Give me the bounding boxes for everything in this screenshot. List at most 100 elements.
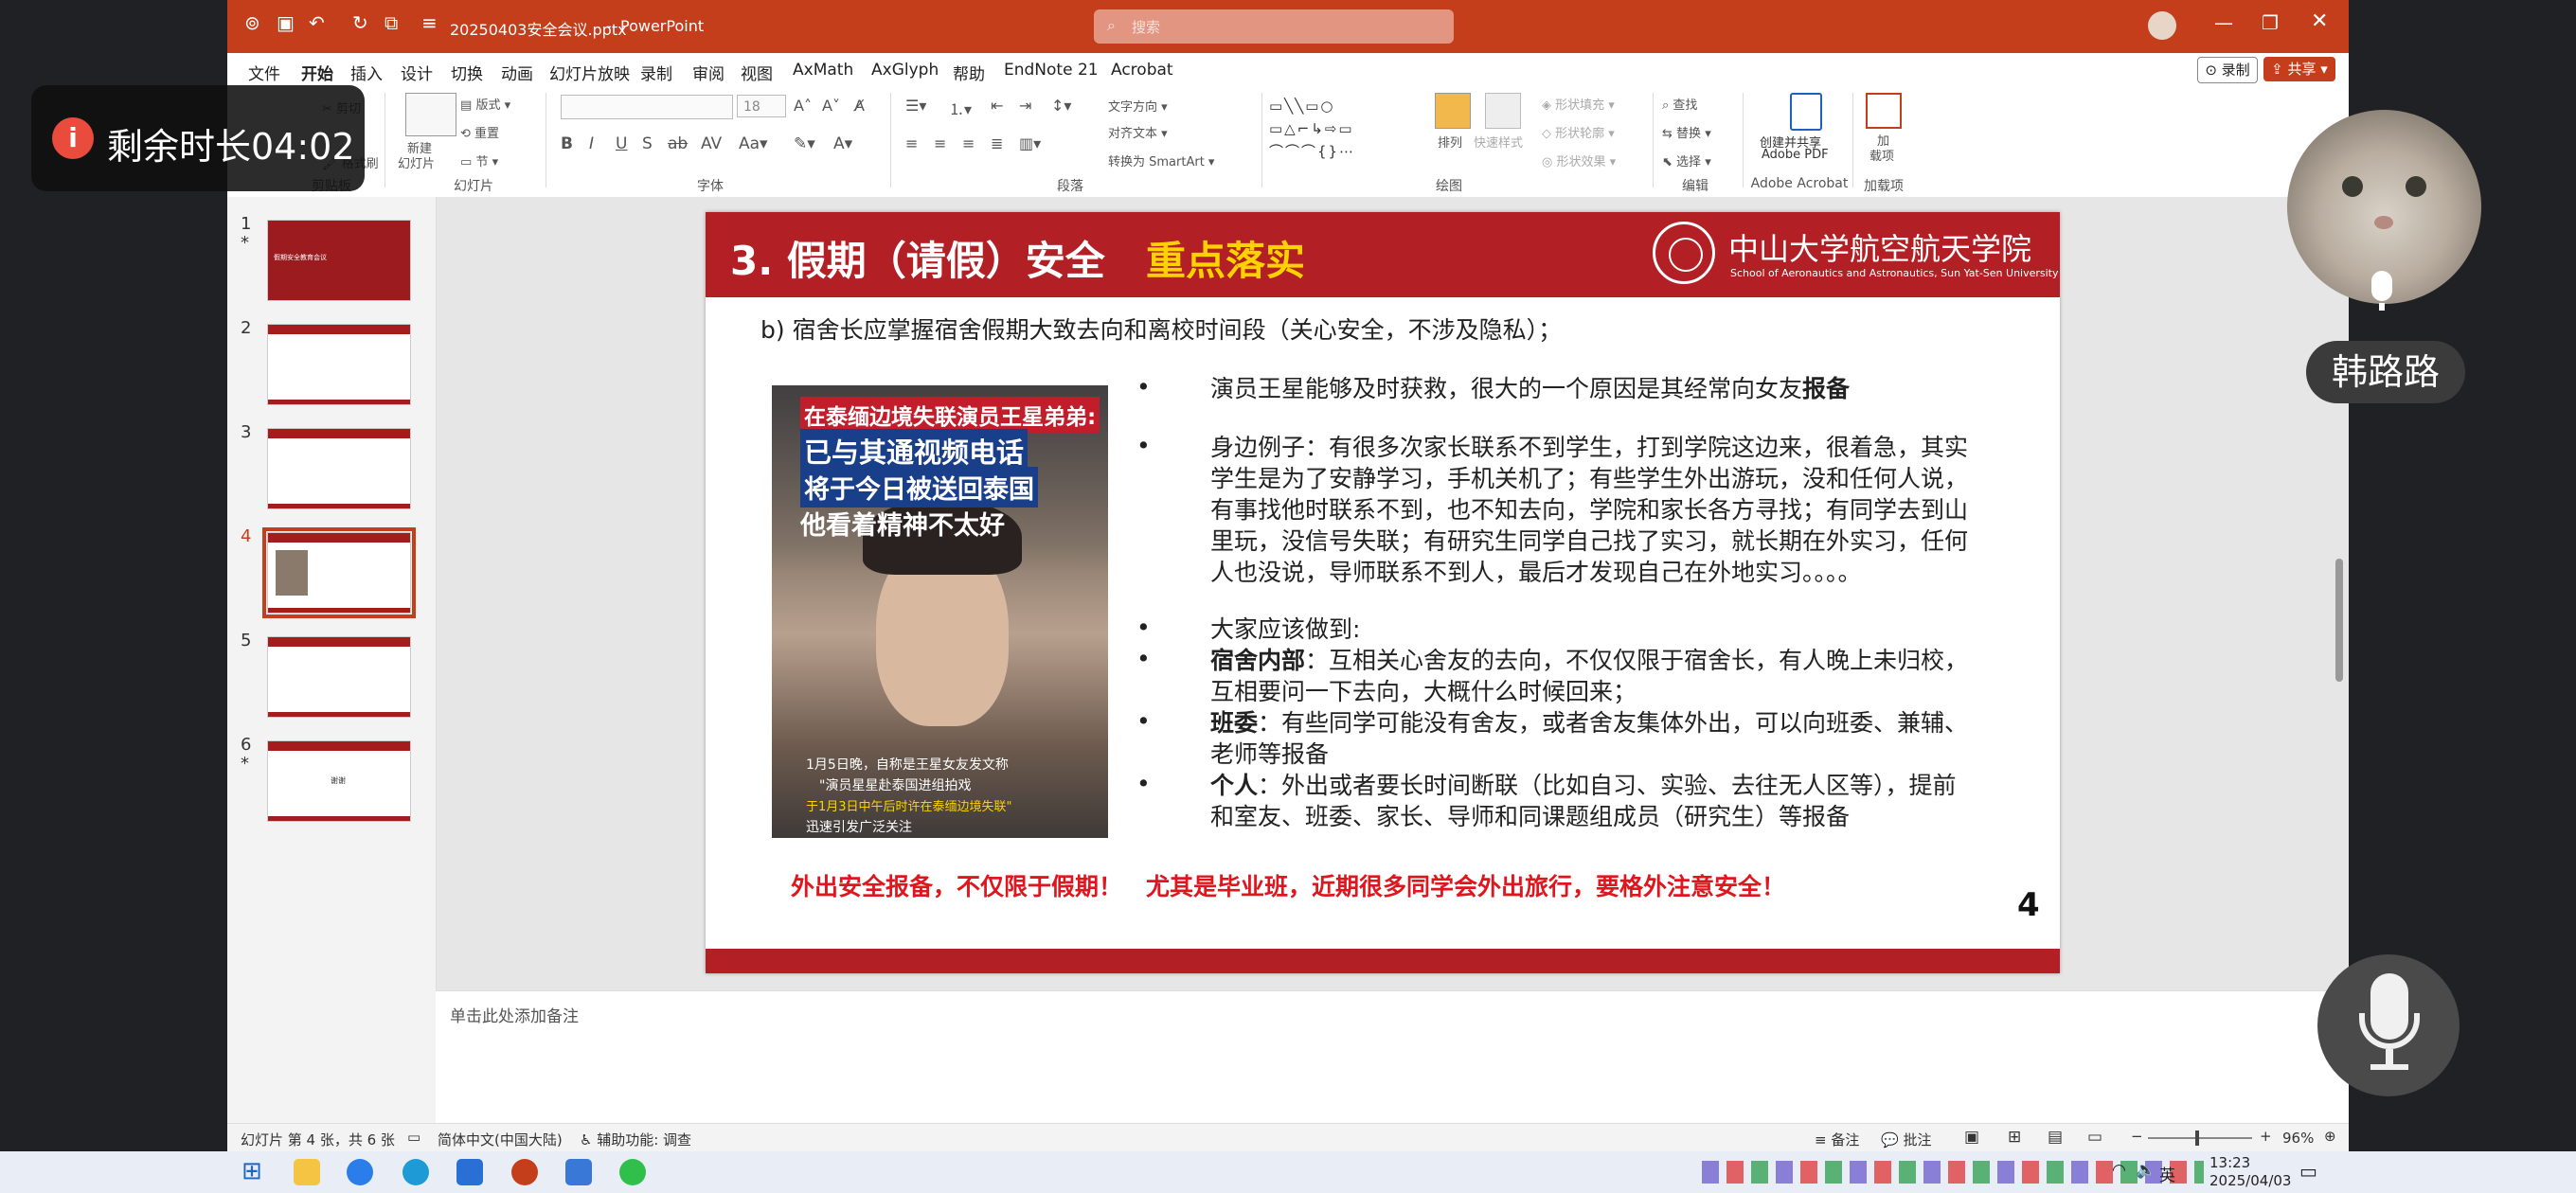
quick-styles-icon[interactable]	[1485, 93, 1521, 129]
arrange-button[interactable]: 排列	[1438, 133, 1462, 151]
tab-slideshow[interactable]: 幻灯片放映	[549, 61, 630, 84]
zoom-in-icon[interactable]: +	[2260, 1128, 2272, 1145]
align-center-icon[interactable]: ≡	[934, 134, 946, 152]
undo-icon[interactable]: ↶	[309, 11, 325, 34]
comments-toggle[interactable]: 💬 批注	[1881, 1130, 1931, 1149]
font-color-icon[interactable]: A▾	[833, 134, 852, 153]
close-icon[interactable]: ✕	[2311, 9, 2328, 33]
line-spacing-icon[interactable]: ↕▾	[1051, 97, 1071, 115]
tab-design[interactable]: 设计	[401, 61, 433, 84]
align-left-icon[interactable]: ≡	[905, 134, 918, 152]
fit-slide-icon[interactable]: ⊕	[2324, 1128, 2336, 1145]
normal-view-icon[interactable]: ▣	[1964, 1128, 1979, 1147]
language-indicator[interactable]: 简体中文(中国大陆)	[438, 1130, 563, 1149]
tab-insert[interactable]: 插入	[350, 61, 383, 84]
zoom-level[interactable]: 96%	[2282, 1130, 2314, 1147]
tab-transitions[interactable]: 切换	[451, 61, 483, 84]
reset-button[interactable]: ⟲ 重置	[460, 123, 499, 141]
reading-view-icon[interactable]: ▤	[2048, 1128, 2063, 1147]
tab-help[interactable]: 帮助	[953, 61, 985, 84]
meeting-icon[interactable]	[565, 1159, 592, 1185]
thumbnail-slide-5[interactable]	[267, 636, 411, 718]
record-button[interactable]: ⊙ 录制	[2197, 57, 2258, 83]
replace-button[interactable]: ⇆ 替换 ▾	[1662, 123, 1711, 141]
windows-start-icon[interactable]: ⊞	[242, 1157, 262, 1185]
new-slide-icon[interactable]	[405, 93, 456, 136]
redo-icon[interactable]: ↻	[352, 11, 368, 34]
tab-acrobat[interactable]: Acrobat	[1111, 61, 1173, 80]
zoom-out-icon[interactable]: −	[2131, 1128, 2143, 1145]
spelling-icon[interactable]: ▭	[407, 1129, 420, 1146]
minimize-icon[interactable]: —	[2214, 11, 2233, 34]
highlight-icon[interactable]: ✎▾	[794, 134, 815, 153]
vertical-scrollbar[interactable]	[2335, 559, 2343, 682]
text-direction-button[interactable]: 文字方向 ▾	[1108, 97, 1168, 115]
columns-icon[interactable]: ▥▾	[1019, 134, 1041, 152]
volume-icon[interactable]: 🔈	[2136, 1161, 2156, 1180]
notification-icon[interactable]: ▭	[2299, 1160, 2317, 1183]
wifi-icon[interactable]: ◠	[2112, 1161, 2126, 1180]
tab-file[interactable]: 文件	[248, 61, 280, 84]
shadow-icon[interactable]: S	[642, 134, 653, 153]
tab-review[interactable]: 审阅	[692, 61, 724, 84]
accessibility-status[interactable]: ♿ 辅助功能: 调查	[580, 1130, 691, 1149]
slideshow-icon[interactable]: ▭	[2087, 1128, 2102, 1147]
zoom-slider[interactable]	[2148, 1131, 2252, 1146]
section-button[interactable]: ▭ 节 ▾	[460, 151, 498, 169]
autosave-icon[interactable]: ⊚	[244, 11, 260, 34]
shape-effects-button[interactable]: ◎ 形状效果 ▾	[1542, 151, 1616, 169]
font-shrink-icon[interactable]: A˅	[822, 97, 840, 115]
notes-pane[interactable]: 单击此处添加备注	[436, 990, 2349, 1124]
search-box[interactable]: ⌕ 搜索	[1094, 9, 1454, 44]
ime-indicator[interactable]: 英	[2159, 1162, 2175, 1185]
align-right-icon[interactable]: ≡	[962, 134, 975, 152]
restore-icon[interactable]: ❐	[2262, 11, 2279, 34]
thumbnail-slide-1[interactable]: 假期安全教育会议	[267, 220, 411, 301]
shape-fill-button[interactable]: ◈ 形状填充 ▾	[1542, 95, 1615, 113]
shapes-gallery[interactable]: ▭╲╲▭○ ▭△⌐↳⇨▭ ⌒⌒⌒{}⋯	[1269, 95, 1406, 163]
shape-outline-button[interactable]: ◇ 形状轮廓 ▾	[1542, 123, 1615, 141]
powerpoint-icon[interactable]	[511, 1159, 538, 1185]
smartart-button[interactable]: 转换为 SmartArt ▾	[1108, 151, 1214, 169]
strikethrough-icon[interactable]: ab	[668, 134, 688, 153]
file-explorer-icon[interactable]	[294, 1159, 320, 1185]
decrease-indent-icon[interactable]: ⇤	[991, 97, 1003, 115]
font-name-field[interactable]	[561, 95, 733, 119]
account-avatar[interactable]	[2148, 11, 2176, 40]
clock-date[interactable]: 2025/04/03	[2209, 1172, 2291, 1189]
thumbnail-slide-2[interactable]	[267, 324, 411, 405]
thumbnail-slide-4[interactable]	[262, 527, 416, 618]
find-button[interactable]: ⌕ 查找	[1662, 95, 1697, 113]
slide-sorter-icon[interactable]: ⊞	[2008, 1128, 2021, 1147]
bold-icon[interactable]: B	[561, 134, 573, 153]
numbering-icon[interactable]: ⒈▾	[949, 97, 972, 119]
tab-axglyph[interactable]: AxGlyph	[871, 61, 939, 80]
font-size-field[interactable]: 18	[737, 95, 786, 117]
customize-icon[interactable]: ≡	[421, 11, 438, 34]
addins-label-2[interactable]: 载项	[1869, 146, 1894, 164]
addins-icon[interactable]	[1866, 93, 1902, 129]
spacing-icon[interactable]: AV	[701, 134, 722, 153]
pdf-icon[interactable]	[1790, 93, 1822, 131]
bullets-icon[interactable]: ☰▾	[905, 97, 926, 115]
italic-icon[interactable]: I	[589, 134, 594, 153]
arrange-icon[interactable]	[1435, 93, 1471, 129]
underline-icon[interactable]: U	[616, 134, 627, 153]
present-icon[interactable]: ⧉	[385, 11, 398, 34]
create-pdf-label-2[interactable]: Adobe PDF	[1762, 148, 1829, 162]
quick-styles-button[interactable]: 快速样式	[1474, 133, 1523, 151]
wechat-icon[interactable]	[619, 1159, 646, 1185]
share-button[interactable]: ⇪ 共享 ▾	[2263, 57, 2335, 81]
tab-endnote[interactable]: EndNote 21	[1004, 61, 1099, 80]
thumbnail-slide-6[interactable]: 谢谢	[267, 740, 411, 822]
clock-time[interactable]: 13:23	[2209, 1154, 2250, 1171]
case-icon[interactable]: Aa▾	[739, 134, 768, 153]
new-slide-label-2[interactable]: 幻灯片	[398, 153, 435, 171]
tab-animations[interactable]: 动画	[501, 61, 533, 84]
tab-record[interactable]: 录制	[640, 61, 672, 84]
system-tray-icons[interactable]	[1702, 1161, 2204, 1184]
select-button[interactable]: ⬉ 选择 ▾	[1662, 151, 1711, 169]
current-slide[interactable]: 3. 假期（请假）安全 重点落实 中山大学航空航天学院 School of Ae…	[706, 212, 2060, 973]
font-grow-icon[interactable]: A˄	[794, 97, 812, 115]
justify-icon[interactable]: ≣	[991, 134, 1003, 152]
